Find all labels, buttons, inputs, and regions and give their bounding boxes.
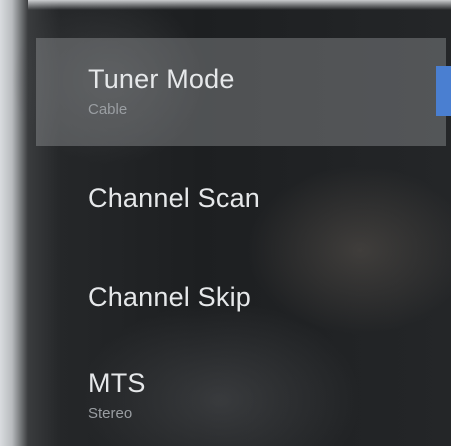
menu-item-value: Stereo [88, 405, 133, 422]
focus-indicator [436, 66, 451, 116]
menu-item-value: Cable [88, 101, 128, 118]
menu-item-mts[interactable]: MTS Stereo [36, 344, 446, 446]
screen-glare [28, 0, 451, 10]
menu-item-title: Tuner Mode [88, 64, 235, 94]
menu-item-tuner-mode[interactable]: Tuner Mode Cable [36, 38, 451, 146]
menu-item-channel-skip[interactable]: Channel Skip [36, 250, 446, 344]
menu-item-title: MTS [88, 368, 146, 398]
menu-item-title: Channel Scan [88, 183, 261, 213]
menu-item-title: Channel Skip [88, 282, 252, 312]
menu-item-channel-scan[interactable]: Channel Scan [36, 146, 446, 250]
tv-settings-screen: Tuner Mode Cable Channel Scan Channel Sk… [0, 0, 451, 446]
channel-settings-menu: Tuner Mode Cable Channel Scan Channel Sk… [36, 38, 451, 446]
